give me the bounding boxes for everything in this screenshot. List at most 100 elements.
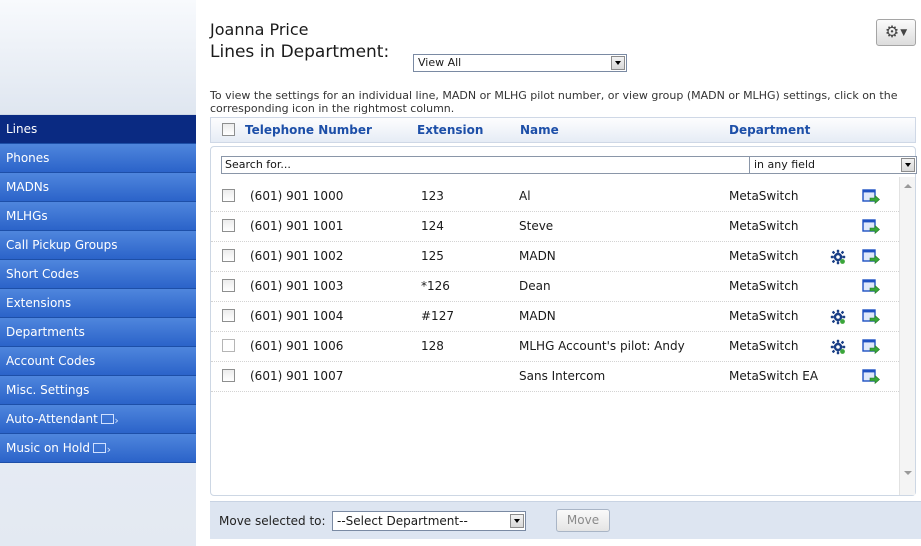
sidebar-item-label: Music on Hold bbox=[6, 441, 91, 455]
move-toolbar: Move selected to: --Select Department-- … bbox=[210, 501, 921, 539]
sidebar-item-mlhgs[interactable]: MLHGs bbox=[0, 202, 196, 231]
table-row[interactable]: (601) 901 1002 125 MADN MetaSwitch bbox=[211, 241, 901, 272]
sidebar-item-short-codes[interactable]: Short Codes bbox=[0, 260, 196, 289]
cell-extension: 124 bbox=[421, 219, 444, 233]
row-checkbox[interactable] bbox=[222, 219, 235, 232]
go-to-icon[interactable] bbox=[862, 309, 880, 325]
sidebar-item-label: MLHGs bbox=[6, 209, 48, 223]
sidebar-item-music-on-hold[interactable]: Music on Hold bbox=[0, 434, 196, 464]
sidebar-item-misc-settings[interactable]: Misc. Settings bbox=[0, 376, 196, 405]
table-row[interactable]: (601) 901 1001 124 Steve MetaSwitch bbox=[211, 211, 901, 242]
chevron-down-icon[interactable] bbox=[510, 514, 524, 528]
cell-department: MetaSwitch bbox=[729, 249, 799, 263]
sidebar-item-label: Auto-Attendant bbox=[6, 412, 98, 426]
sidebar-item-label: Call Pickup Groups bbox=[6, 238, 118, 252]
move-department-value: --Select Department-- bbox=[337, 514, 468, 528]
sidebar-item-label: Extensions bbox=[6, 296, 72, 310]
cell-department: MetaSwitch EA bbox=[729, 369, 819, 383]
sidebar-item-extensions[interactable]: Extensions bbox=[0, 289, 196, 318]
move-department-select[interactable]: --Select Department-- bbox=[332, 511, 526, 531]
settings-menu-button[interactable]: ⚙▼ bbox=[876, 19, 916, 46]
search-input[interactable]: Search for... bbox=[221, 156, 751, 174]
cell-department: MetaSwitch bbox=[729, 219, 799, 233]
cell-extension: 123 bbox=[421, 189, 444, 203]
sidebar-item-account-codes[interactable]: Account Codes bbox=[0, 347, 196, 376]
sidebar-item-call-pickup-groups[interactable]: Call Pickup Groups bbox=[0, 231, 196, 260]
sidebar-nav: Lines Phones MADNs MLHGs Call Pickup Groups S… bbox=[0, 115, 196, 464]
sidebar-item-label: Misc. Settings bbox=[6, 383, 90, 397]
cell-name: Steve bbox=[519, 219, 554, 233]
cell-telephone: (601) 901 1002 bbox=[250, 249, 344, 263]
gear-icon[interactable] bbox=[830, 309, 846, 325]
scroll-down-icon[interactable] bbox=[904, 471, 912, 475]
go-to-icon[interactable] bbox=[862, 249, 880, 265]
table-row[interactable]: (601) 901 1006 128 MLHG Account's pilot: A… bbox=[211, 331, 901, 362]
cell-name: MLHG Account's pilot: Andy bbox=[519, 339, 685, 353]
go-to-icon[interactable] bbox=[862, 219, 880, 235]
caret-down-icon: ▼ bbox=[900, 28, 908, 38]
table-row[interactable]: (601) 901 1004 #127 MADN MetaSwitch bbox=[211, 301, 901, 332]
department-filter-select[interactable]: View All bbox=[413, 54, 627, 72]
column-header-name[interactable]: Name bbox=[520, 123, 559, 137]
cell-telephone: (601) 901 1001 bbox=[250, 219, 344, 233]
cell-department: MetaSwitch bbox=[729, 309, 799, 323]
row-checkbox[interactable] bbox=[222, 369, 235, 382]
cell-department: MetaSwitch bbox=[729, 339, 799, 353]
row-checkbox[interactable] bbox=[222, 309, 235, 322]
cell-department: MetaSwitch bbox=[729, 279, 799, 293]
sidebar-item-auto-attendant[interactable]: Auto-Attendant bbox=[0, 405, 196, 435]
scroll-up-icon[interactable] bbox=[904, 184, 912, 188]
sidebar-item-label: Lines bbox=[6, 122, 38, 136]
external-link-icon bbox=[100, 406, 119, 435]
go-to-icon[interactable] bbox=[862, 279, 880, 295]
gear-icon[interactable] bbox=[830, 339, 846, 355]
sidebar-item-madns[interactable]: MADNs bbox=[0, 173, 196, 202]
cell-extension: 125 bbox=[421, 249, 444, 263]
cell-extension: 128 bbox=[421, 339, 444, 353]
column-header-department[interactable]: Department bbox=[729, 123, 810, 137]
gear-icon[interactable] bbox=[830, 249, 846, 265]
go-to-icon[interactable] bbox=[862, 339, 880, 355]
cell-extension: #127 bbox=[421, 309, 454, 323]
cell-name: Al bbox=[519, 189, 531, 203]
search-field-select[interactable]: in any field bbox=[749, 156, 917, 174]
chevron-down-icon[interactable] bbox=[611, 56, 625, 70]
left-panel: Lines Phones MADNs MLHGs Call Pickup Groups S… bbox=[0, 0, 196, 546]
row-checkbox[interactable] bbox=[222, 189, 235, 202]
left-panel-header bbox=[0, 0, 196, 115]
go-to-icon[interactable] bbox=[862, 189, 880, 205]
cell-name: Sans Intercom bbox=[519, 369, 606, 383]
table-row[interactable]: (601) 901 1000 123 Al MetaSwitch bbox=[211, 181, 901, 212]
cell-extension: *126 bbox=[421, 279, 450, 293]
cell-telephone: (601) 901 1004 bbox=[250, 309, 344, 323]
cell-telephone: (601) 901 1007 bbox=[250, 369, 344, 383]
table-row[interactable]: (601) 901 1003 *126 Dean MetaSwitch bbox=[211, 271, 901, 302]
row-checkbox[interactable] bbox=[222, 249, 235, 262]
go-to-icon[interactable] bbox=[862, 369, 880, 385]
external-link-icon bbox=[93, 435, 111, 464]
row-checkbox[interactable] bbox=[222, 279, 235, 292]
cell-name: Dean bbox=[519, 279, 551, 293]
move-button[interactable]: Move bbox=[556, 509, 610, 532]
page-title: Lines in Department: bbox=[210, 42, 390, 62]
sidebar-item-label: Phones bbox=[6, 151, 50, 165]
cell-department: MetaSwitch bbox=[729, 189, 799, 203]
gear-icon: ⚙ bbox=[884, 22, 900, 41]
sidebar-item-phones[interactable]: Phones bbox=[0, 144, 196, 173]
sidebar-item-departments[interactable]: Departments bbox=[0, 318, 196, 347]
cell-telephone: (601) 901 1003 bbox=[250, 279, 344, 293]
column-header-extension[interactable]: Extension bbox=[417, 123, 483, 137]
cell-telephone: (601) 901 1000 bbox=[250, 189, 344, 203]
sidebar-item-lines[interactable]: Lines bbox=[0, 115, 196, 144]
sidebar-item-label: MADNs bbox=[6, 180, 50, 194]
select-all-checkbox[interactable] bbox=[222, 123, 235, 136]
table-row[interactable]: (601) 901 1007 Sans Intercom MetaSwitch EA bbox=[211, 361, 901, 392]
scrollbar[interactable] bbox=[899, 177, 915, 495]
chevron-down-icon[interactable] bbox=[901, 158, 915, 172]
row-checkbox[interactable] bbox=[222, 339, 235, 352]
sidebar-item-label: Short Codes bbox=[6, 267, 79, 281]
column-header-telephone[interactable]: Telephone Number bbox=[245, 123, 372, 137]
instructions-text: To view the settings for an individual l… bbox=[210, 89, 898, 115]
cell-name: MADN bbox=[519, 309, 556, 323]
cell-telephone: (601) 901 1006 bbox=[250, 339, 344, 353]
